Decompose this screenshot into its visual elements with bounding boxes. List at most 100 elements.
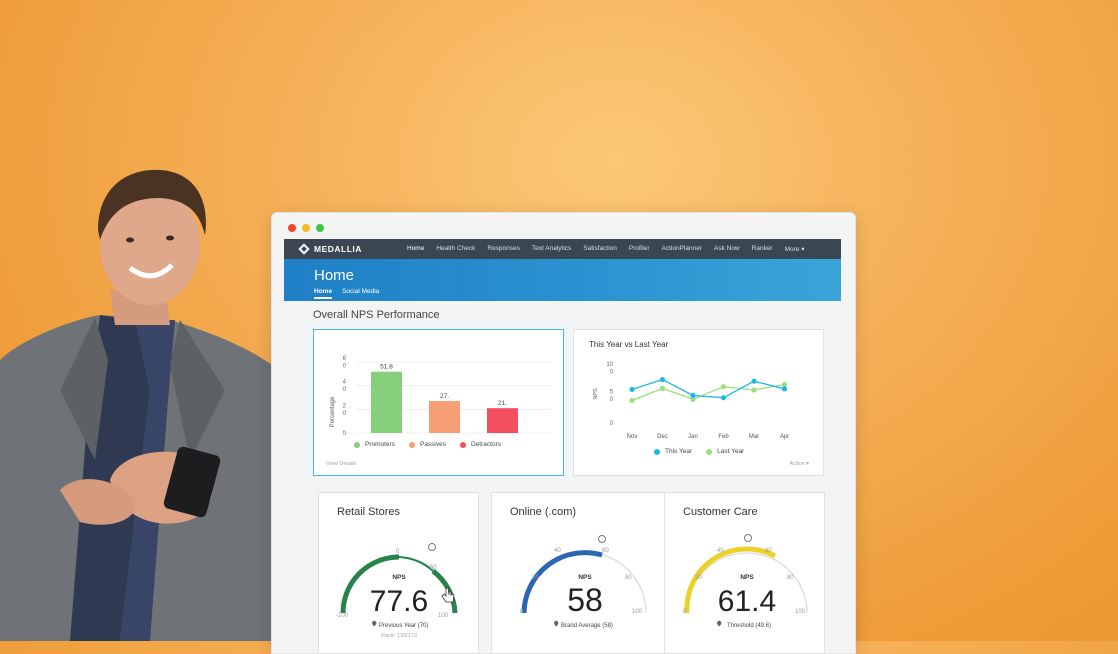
gauge-tick: 20 [532,575,539,581]
gauge-tick: 80 [625,575,632,581]
y-tick-label: 4 [343,380,347,386]
gauge-reference: Brand Average (58) [561,623,613,629]
location-pin-icon [554,620,559,627]
nps-bar-chart: Percentage 6040200 51.827.21. [330,356,551,437]
location-pin-icon [372,620,377,627]
bar-promoters[interactable] [371,371,402,433]
close-dot-icon[interactable] [288,224,296,232]
bar-detractors[interactable] [487,408,518,433]
page-title: Home [314,267,355,284]
nav-item-actionplanner[interactable]: ActionPlanner [662,245,702,253]
this-year-swatch-icon [654,448,660,455]
y-tick-label: 0 [610,421,614,427]
bar-value-label: 51.8 [380,364,393,371]
legend-item-promoters[interactable]: Promoters [354,441,395,448]
gauge-tick: 20 [695,575,702,581]
promoters-swatch-icon [354,441,360,448]
brand[interactable]: MEDALLIA [284,243,407,255]
nav-item-satisfaction[interactable]: Satisfaction [583,245,617,253]
gauge-reference: Threshold (49.6) [727,623,771,629]
tab-social-media[interactable]: Social Media [342,288,379,299]
series-point[interactable] [659,385,666,391]
trend-legend: This Year Last Year [654,448,744,455]
tab-home[interactable]: Home [314,288,333,299]
series-point[interactable] [751,387,757,393]
maximize-dot-icon[interactable] [316,224,324,232]
view-details-link[interactable]: View Details [326,461,356,467]
legend-item-detractors[interactable]: Detractors [460,441,501,448]
nav-item-responses[interactable]: Responses [487,245,520,253]
gauge-marker-icon [598,535,606,543]
gauge-label: NPS [392,574,406,581]
gauge-card-online[interactable]: Online (.com) 0 20 40 60 80 100 NPS 58 B… [491,492,680,653]
nav-item-more[interactable]: More ▾ [785,245,805,253]
gauge-reference: Previous Year (70) [379,623,428,629]
gauge-tick: 100 [438,613,449,619]
nav-item-home[interactable]: Home [407,245,424,253]
y-tick-label: 10 [606,362,613,368]
nav-items: Home Health Check Responses Text Analyti… [407,245,805,253]
y-tick-label: 0 [343,364,347,370]
retail-gauge: -100 0 50 100 NPS 77.6 Previous Year (70… [336,543,458,639]
gauge-value: 61.4 [718,585,776,618]
legend-item-last-year[interactable]: Last Year [706,448,744,455]
online-gauge: 0 20 40 60 80 100 NPS 58 Brand Average (… [520,535,647,629]
gauge-tick: -100 [336,613,349,619]
minimize-dot-icon[interactable] [302,224,310,232]
x-tick-label: Nov [627,434,638,440]
gauge-card-retail[interactable]: Retail Stores -100 0 50 100 NPS 77.6 Pre… [318,492,479,653]
series-point[interactable] [659,376,666,383]
series-point[interactable] [690,392,696,399]
series-point[interactable] [629,397,635,404]
gauge-tick: 0 [396,549,400,555]
gauge-tick: 40 [717,548,724,554]
action-menu-link[interactable]: Action ▾ [789,461,809,467]
last-year-swatch-icon [706,448,713,455]
series-point[interactable] [781,386,788,392]
nps-bar-card[interactable]: Percentage 6040200 51.8 27. 21. Promoters … [313,329,564,476]
bar-value-label: 27. [440,393,449,400]
legend-item-this-year[interactable]: This Year [654,448,692,455]
y-tick-label: 0 [610,370,614,376]
nav-item-ask-now[interactable]: Ask Now [714,245,740,253]
nav-item-ranker[interactable]: Ranker [752,245,773,253]
y-tick-label: 0 [343,387,347,393]
gauge-tick: 100 [795,609,806,615]
customer-care-gauge: 0 20 40 60 80 100 NPS 61.4 Threshold (49… [683,534,808,629]
nav-item-profiler[interactable]: Profiler [629,245,650,253]
passives-swatch-icon [408,441,415,448]
gauge-tick: 100 [632,609,643,615]
series-line-last-year[interactable] [631,383,785,402]
gauge-rank: Rank: 139/173 [381,633,417,639]
nav-item-health-check[interactable]: Health Check [436,245,475,253]
nav-item-text-analytics[interactable]: Text Analytics [532,245,571,253]
y-tick-label: 0 [343,411,347,417]
gauge-label: NPS [740,574,754,581]
y-tick-label: 6 [343,356,347,362]
series-point[interactable] [720,384,727,390]
series-point[interactable] [629,386,635,393]
window-controls [288,224,324,232]
gauge-value: 58 [567,582,603,618]
detractors-swatch-icon [460,441,466,448]
medallia-logo-icon [298,243,310,255]
series-point[interactable] [751,378,757,384]
x-tick-label: Jan [688,434,698,440]
gauge-card-customer-care[interactable]: Customer Care 0 20 40 60 80 100 NPS 61.4… [664,492,825,653]
bar-value-label: 21. [498,400,507,407]
gauge-label: NPS [578,574,592,581]
bar-legend: Promoters Passives Detractors [354,441,501,448]
legend-item-passives[interactable]: Passives [408,441,446,448]
x-tick-label: Apr [780,434,789,440]
series-point[interactable] [720,395,727,401]
legend-label: This Year [665,448,693,455]
legend-label: Detractors [471,441,501,448]
brand-name: MEDALLIA [314,244,362,254]
gauge-tick: 60 [765,548,772,554]
location-pin-icon [717,620,722,627]
bar-passives[interactable] [429,401,460,433]
browser-window: MEDALLIA Home Health Check Responses Tex… [271,212,856,654]
trend-ylabel: NPS [593,388,599,400]
hand-cursor-icon [441,587,455,603]
trend-card[interactable]: This Year vs Last Year NPS 10 0 5 0 0 Nov Dec… [573,329,824,476]
